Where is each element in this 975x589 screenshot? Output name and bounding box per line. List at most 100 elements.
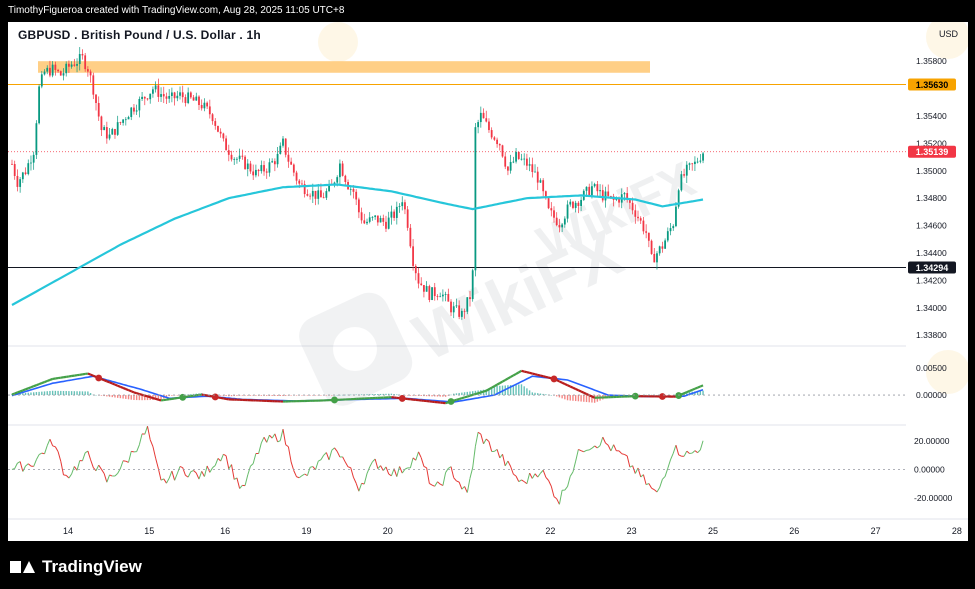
- macd-line-segment: [22, 388, 26, 392]
- macd-cross-dot: [550, 375, 558, 383]
- candle: [474, 122, 477, 277]
- macd-histogram-bar: [230, 395, 233, 397]
- macd-histogram-bar: [320, 395, 322, 396]
- macd-histogram-bar: [450, 394, 452, 396]
- macd-cross-dot: [95, 374, 103, 382]
- currency-label: USD: [938, 29, 958, 39]
- macd-histogram-bar: [420, 395, 422, 397]
- macd-histogram-bar: [523, 386, 525, 396]
- macd-histogram-bar: [68, 391, 70, 396]
- macd-tick-label: 0.00000: [916, 390, 947, 400]
- price-tick-label: 1.35000: [916, 166, 947, 176]
- macd-histogram-bar: [518, 384, 520, 396]
- momentum-line-segment: [621, 453, 625, 455]
- macd-line-segment: [504, 377, 509, 381]
- macd-line-segment: [17, 390, 21, 394]
- macd-line-segment: [466, 394, 471, 398]
- macd-line-segment: [540, 374, 544, 378]
- macd-histogram-bar: [463, 392, 466, 396]
- candle: [547, 197, 550, 210]
- candle: [84, 52, 87, 72]
- macd-histogram-bar: [669, 395, 672, 396]
- candle: [59, 70, 62, 76]
- candle: [471, 268, 474, 302]
- candle: [284, 138, 287, 158]
- macd-histogram-bar: [125, 395, 127, 399]
- macd-line-segment: [689, 388, 693, 393]
- time-tick-label: 27: [871, 526, 881, 536]
- macd-histogram-bar: [81, 391, 84, 396]
- rsi-tick-label: 20.00000: [914, 436, 950, 446]
- macd-histogram-bar: [574, 395, 577, 402]
- macd-line-segment: [114, 383, 119, 387]
- macd-histogram-bar: [130, 395, 132, 400]
- rsi-tick-label: -20.00000: [914, 493, 953, 503]
- macd-histogram-bar: [119, 395, 122, 399]
- time-tick-label: 15: [144, 526, 154, 536]
- macd-histogram-bar: [138, 395, 141, 401]
- macd-histogram-bar: [35, 392, 38, 396]
- macd-histogram-bar: [255, 395, 257, 396]
- macd-histogram-bar: [550, 395, 552, 396]
- macd-line-segment: [130, 390, 135, 394]
- price-tick-label: 1.34600: [916, 221, 947, 231]
- chart-area[interactable]: WikiFX WikiFX 1.35800 1.35400 1.35200 1.3500…: [8, 22, 968, 541]
- macd-histogram-bar: [431, 395, 433, 397]
- macd-histogram-bar: [396, 394, 398, 396]
- macd-line-segment: [515, 371, 520, 375]
- chart-svg[interactable]: WikiFXWikiFX 1.358001.354001.352001.3500…: [8, 22, 968, 541]
- macd-histogram-bar: [295, 395, 298, 396]
- macd-histogram-bar: [455, 393, 458, 396]
- price-tick-label: 1.35400: [916, 111, 947, 121]
- macd-line-segment: [694, 386, 699, 390]
- macd-histogram-bar: [415, 395, 417, 396]
- price-badge-label: 1.35630: [916, 80, 949, 90]
- macd-line-segment: [11, 392, 16, 396]
- macd-line-segment: [147, 395, 151, 399]
- macd-line-segment: [464, 395, 468, 399]
- macd-histogram-bar: [572, 395, 574, 401]
- candle: [217, 125, 219, 133]
- macd-histogram-bar: [385, 393, 387, 396]
- chart-title: GBPUSD . British Pound / U.S. Dollar . 1…: [18, 28, 261, 42]
- macd-line-segment: [545, 375, 549, 379]
- macd-histogram-bar: [325, 395, 328, 396]
- price-badge: 1.35630: [908, 78, 956, 91]
- macd-histogram-bar: [593, 395, 596, 403]
- macd-line-segment: [119, 385, 124, 389]
- macd-histogram-bar: [507, 385, 509, 396]
- macd-line-segment: [499, 380, 504, 385]
- price-tick-label: 1.33800: [916, 330, 947, 340]
- price-badge: 1.34294: [908, 261, 956, 274]
- price-badge-label: 1.34294: [916, 263, 949, 273]
- wikifx-logo-inner-icon: [333, 327, 377, 371]
- macd-line-segment: [488, 386, 493, 391]
- macd-histogram-bar: [260, 395, 263, 396]
- macd-line-segment: [501, 379, 506, 383]
- macd-histogram-bar: [545, 394, 547, 396]
- candle: [517, 151, 520, 160]
- macd-histogram-bar: [556, 395, 558, 397]
- price-badge-label: 1.35139: [916, 147, 949, 157]
- macd-histogram-bar: [84, 391, 86, 396]
- price-tick-label: 1.34200: [916, 275, 947, 285]
- macd-histogram-bar: [236, 395, 238, 396]
- candle: [428, 284, 431, 303]
- time-tick-label: 21: [464, 526, 474, 536]
- macd-line-segment: [558, 380, 563, 384]
- macd-histogram-bar: [520, 384, 523, 396]
- macd-histogram-bar: [135, 395, 138, 401]
- price-tick-label: 1.35800: [916, 56, 947, 66]
- macd-histogram-bar: [46, 391, 48, 396]
- macd-histogram-bar: [65, 391, 67, 396]
- macd-line-segment: [572, 386, 577, 390]
- time-tick-label: 16: [220, 526, 230, 536]
- macd-histogram-bar: [122, 395, 124, 399]
- tradingview-logo[interactable]: TradingView: [10, 557, 142, 577]
- macd-histogram-bar: [127, 395, 130, 400]
- macd-line-segment: [569, 385, 574, 389]
- macd-line-segment: [46, 378, 51, 383]
- macd-line-segment: [111, 382, 116, 386]
- momentum-line-segment: [131, 450, 135, 453]
- macd-line-segment: [683, 391, 688, 395]
